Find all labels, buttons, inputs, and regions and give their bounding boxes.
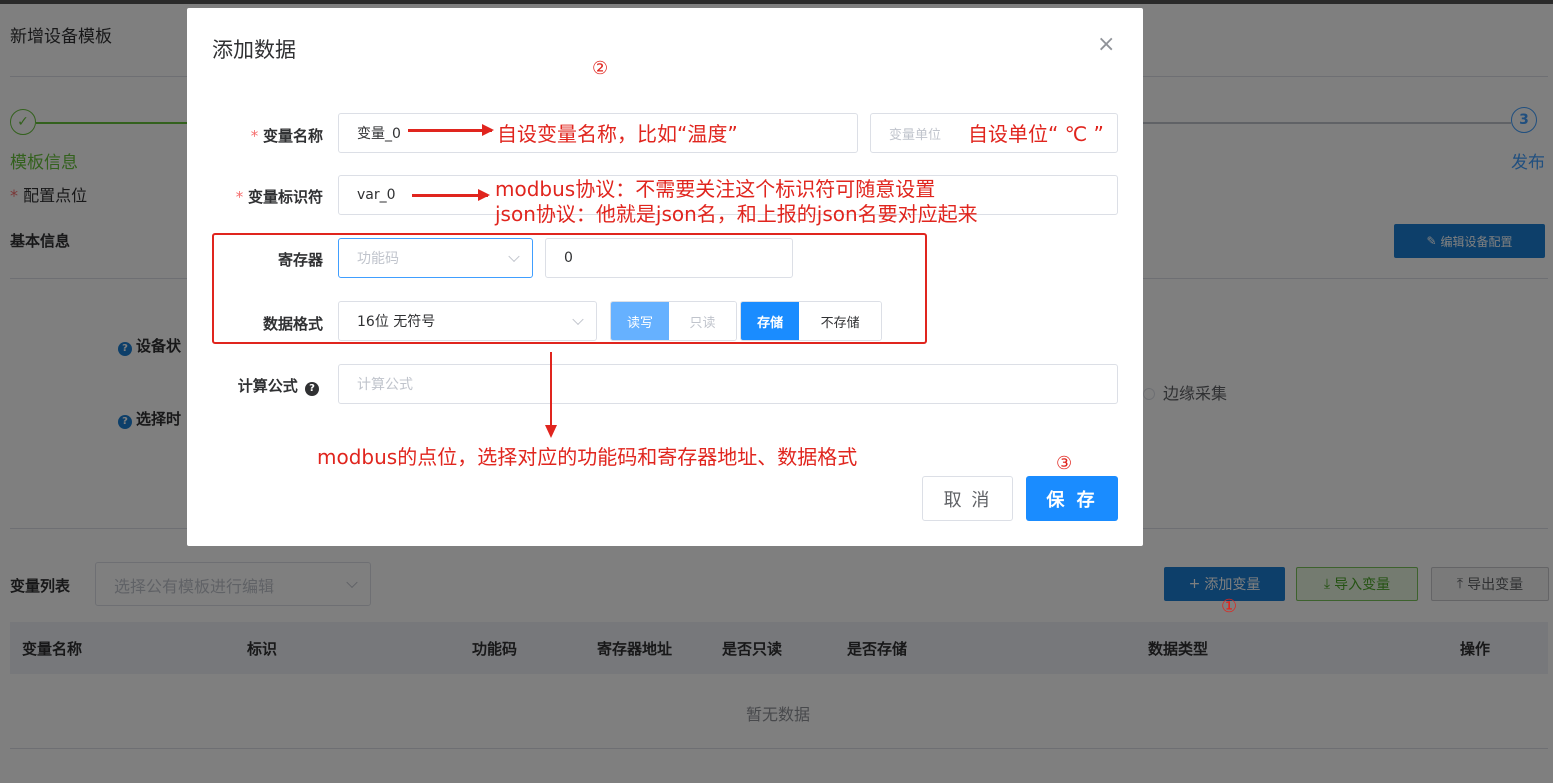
data-format-label: 数据格式 [262, 315, 323, 333]
annotation-mark-1: ① [1221, 596, 1238, 617]
chevron-down-icon [508, 250, 520, 263]
annotation-register-note: modbus的点位，选择对应的功能码和寄存器地址、数据格式 [317, 445, 858, 469]
annotation-arrow-register [545, 352, 557, 438]
formula-label: 计算公式 ? [193, 375, 323, 396]
data-format-select[interactable]: 16位 无符号 [338, 301, 597, 341]
formula-input[interactable]: 计算公式 [338, 364, 1118, 404]
annotation-name-note: 自设变量名称，比如“温度” [497, 122, 738, 146]
var-id-label: * 变量标识符 [235, 188, 323, 206]
register-address-input[interactable]: 0 [545, 238, 793, 278]
chevron-down-icon [572, 313, 584, 326]
function-code-select[interactable]: 功能码 [338, 238, 533, 278]
read-write-option[interactable]: 读写 [611, 302, 670, 340]
annotation-arrow-id [412, 189, 490, 201]
store-option[interactable]: 存储 [741, 302, 800, 340]
no-store-option[interactable]: 不存储 [799, 302, 881, 340]
help-icon[interactable]: ? [305, 381, 319, 396]
register-label: 寄存器 [277, 251, 323, 269]
annotation-mark-3: ③ [1056, 453, 1073, 474]
save-button[interactable]: 保 存 [1026, 476, 1118, 521]
annotation-mark-2: ② [592, 58, 609, 79]
cancel-button[interactable]: 取 消 [922, 476, 1013, 521]
annotation-id-note-2: json协议：他就是json名，和上报的json名要对应起来 [495, 202, 978, 226]
store-toggle[interactable]: 存储 不存储 [740, 301, 882, 341]
var-name-label: * 变量名称 [250, 127, 323, 145]
dialog-title: 添加数据 [212, 38, 296, 62]
read-write-toggle[interactable]: 读写 只读 [610, 301, 737, 341]
close-icon[interactable]: × [1097, 34, 1115, 56]
annotation-arrow-name [408, 124, 494, 136]
read-only-option[interactable]: 只读 [669, 302, 736, 340]
annotation-unit-note: 自设单位“ ℃ ” [968, 122, 1104, 146]
